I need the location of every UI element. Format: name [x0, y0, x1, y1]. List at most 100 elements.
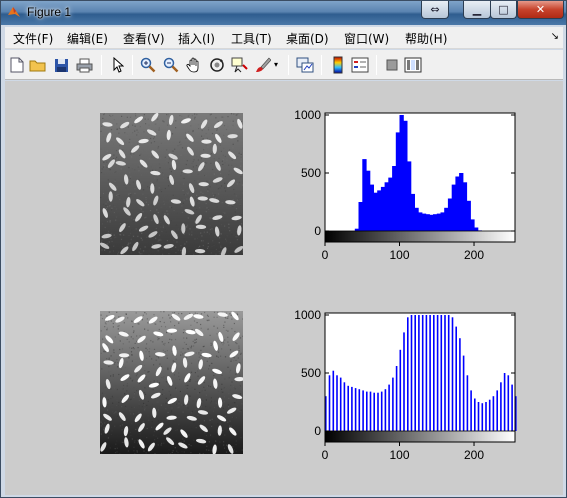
new-figure-icon[interactable]	[7, 55, 27, 75]
histogram-bar	[459, 173, 464, 231]
histogram-bar	[455, 326, 457, 431]
restore-button[interactable]: ⇔	[421, 1, 449, 19]
y-tick-label: 0	[314, 424, 321, 438]
rice-image-equalized[interactable]	[100, 311, 243, 454]
title-bar[interactable]: Figure 1 ⇔ ▁ □ ✕	[1, 1, 566, 25]
histogram-bar	[339, 377, 342, 431]
histogram-original[interactable]: 0 500 1000 0 100 200	[285, 103, 525, 283]
menu-desktop[interactable]: 桌面(D)	[286, 30, 329, 47]
open-file-icon[interactable]	[28, 55, 48, 75]
menu-bar: 文件(F) 编辑(E) 查看(V) 插入(I) 工具(T) 桌面(D) 窗口(W…	[5, 27, 563, 49]
grayscale-colorbar	[324, 230, 516, 243]
histogram-bar	[470, 390, 472, 431]
figure-toolbar: ▾	[5, 50, 563, 80]
histogram-bar	[332, 370, 335, 431]
histogram-bar	[392, 377, 394, 431]
histogram-bar	[418, 212, 423, 231]
histogram-bar	[392, 166, 397, 231]
histogram-bar	[351, 386, 353, 431]
histogram-bar	[436, 315, 439, 431]
data-cursor-icon[interactable]	[230, 55, 250, 75]
y-tick-label: 0	[314, 224, 321, 238]
pan-hand-icon[interactable]	[184, 55, 204, 75]
histogram-bar	[373, 392, 375, 431]
histogram-bar	[414, 207, 419, 231]
histogram-bar	[481, 403, 484, 431]
histogram-bar	[358, 202, 363, 231]
menu-file[interactable]: 文件(F)	[13, 30, 53, 47]
rotate-3d-icon[interactable]	[207, 55, 227, 75]
figure-canvas[interactable]: 0 500 1000 0 100 200 0 500 1000 0 100 200	[5, 81, 563, 495]
histogram-bar	[433, 315, 435, 431]
histogram-bar	[466, 375, 469, 431]
menu-view[interactable]: 查看(V)	[123, 30, 165, 47]
zoom-in-icon[interactable]	[138, 55, 158, 75]
histogram-bar	[425, 214, 430, 231]
histogram-bar	[343, 382, 346, 431]
histogram-bar	[507, 375, 510, 431]
histogram-bar	[470, 219, 475, 231]
menu-window[interactable]: 窗口(W)	[344, 30, 389, 47]
y-tick-label: 1000	[294, 108, 321, 122]
matlab-logo-icon	[8, 7, 20, 17]
histogram-bar	[399, 115, 404, 231]
brush-dropdown-icon[interactable]: ▾	[271, 55, 281, 75]
histogram-bar	[366, 391, 368, 431]
maximize-icon: □	[498, 3, 509, 16]
histogram-bar	[451, 317, 454, 431]
window-title: Figure 1	[27, 5, 72, 19]
minimize-button[interactable]: ▁	[463, 1, 491, 19]
histogram-bar	[425, 315, 428, 431]
hide-plot-tools-icon[interactable]	[382, 55, 402, 75]
print-icon[interactable]	[74, 55, 94, 75]
histogram-bar	[358, 389, 361, 431]
link-plot-icon[interactable]	[295, 55, 315, 75]
histogram-bar	[380, 186, 386, 231]
show-plot-tools-icon[interactable]	[403, 55, 423, 75]
histogram-bar	[440, 212, 445, 231]
y-tick-label: 500	[301, 166, 321, 180]
histogram-bar	[429, 315, 431, 431]
legend-icon[interactable]	[350, 55, 370, 75]
rice-grain	[118, 353, 130, 358]
colorbar-icon[interactable]	[328, 55, 348, 75]
menu-tools[interactable]: 工具(T)	[231, 30, 272, 47]
toolbar-separator	[321, 55, 322, 75]
minimize-icon: ▁	[472, 3, 482, 16]
histogram-bar	[474, 227, 479, 231]
histogram-bar	[459, 338, 461, 431]
histogram-bar	[447, 198, 453, 231]
histogram-bar	[477, 402, 480, 431]
histogram-bar	[403, 120, 408, 231]
menu-insert[interactable]: 插入(I)	[178, 30, 215, 47]
figure-window: Figure 1 ⇔ ▁ □ ✕ 文件(F) 编辑(E) 查看(V) 插入(I)…	[0, 0, 567, 498]
brush-icon[interactable]	[253, 55, 273, 75]
x-tick-label: 200	[464, 448, 484, 462]
grayscale-colorbar	[324, 430, 516, 443]
histogram-equalized[interactable]: 0 500 1000 0 100 200	[285, 303, 525, 483]
menubar-overflow-icon[interactable]: ↘	[551, 31, 559, 42]
histogram-bar	[399, 349, 402, 431]
histogram-bar	[436, 213, 442, 231]
histogram-bar	[466, 200, 471, 231]
histogram-bar	[455, 176, 460, 231]
histogram-bar	[395, 132, 401, 231]
histogram-bar	[474, 398, 476, 431]
maximize-button[interactable]: □	[490, 1, 517, 19]
x-tick-label: 100	[389, 448, 409, 462]
zoom-out-icon[interactable]	[161, 55, 181, 75]
pointer-icon[interactable]	[108, 55, 128, 75]
close-button[interactable]: ✕	[517, 1, 564, 19]
histogram-bar	[462, 182, 468, 231]
rice-image-original[interactable]	[100, 113, 243, 255]
histogram-bar	[444, 207, 449, 231]
histogram-bar	[354, 388, 357, 431]
menu-help[interactable]: 帮助(H)	[405, 30, 447, 47]
y-tick-label: 1000	[294, 308, 321, 322]
restore-icon: ⇔	[430, 3, 440, 16]
histogram-bar	[421, 315, 424, 431]
save-icon[interactable]	[51, 55, 71, 75]
menu-edit[interactable]: 编辑(E)	[67, 30, 108, 47]
x-tick-label: 100	[389, 248, 409, 262]
histogram-bar	[384, 182, 389, 231]
